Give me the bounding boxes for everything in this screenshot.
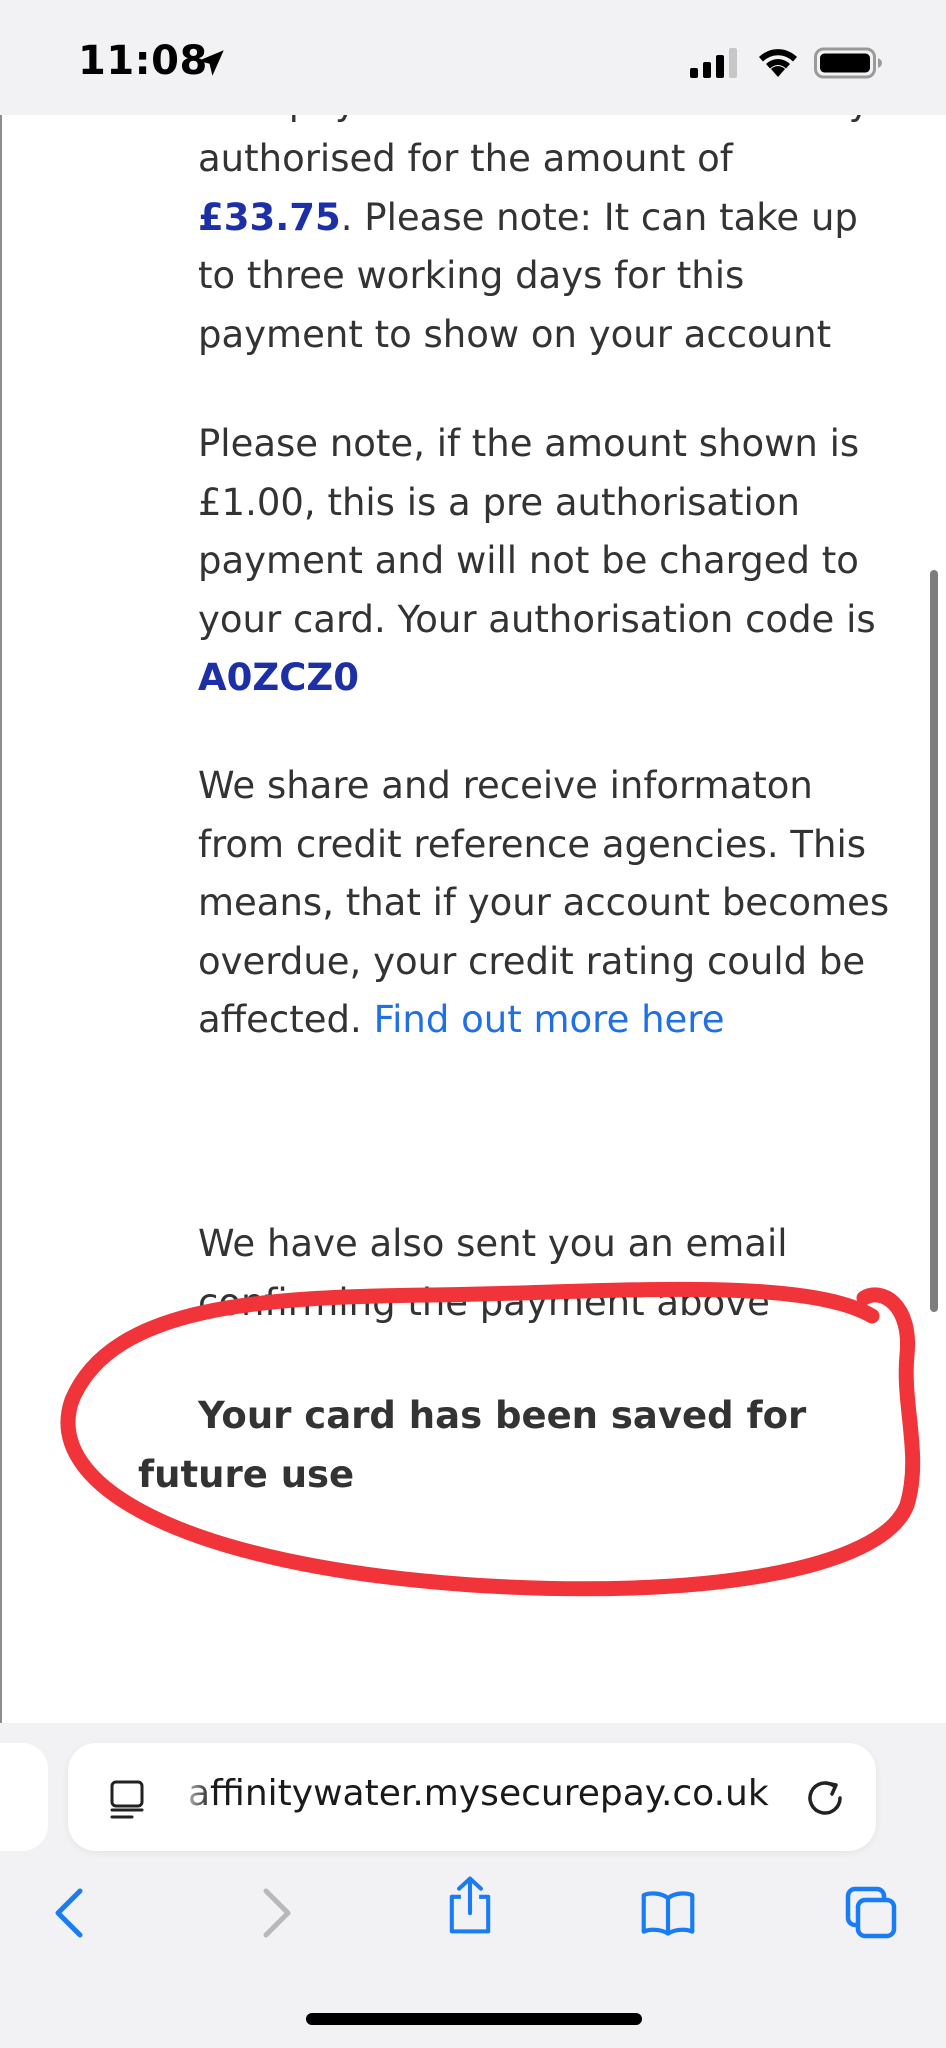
find-out-more-link[interactable]: Find out more here [374,998,725,1041]
forward-chevron-icon[interactable] [246,1883,302,1943]
location-arrow-icon [198,50,224,76]
cellular-signal-icon [690,48,737,78]
status-time: 11:08 [78,38,208,84]
web-content[interactable]: Your payment has been successfully autho… [0,115,946,1723]
url-fade [176,1763,212,1833]
back-chevron-icon[interactable] [44,1883,100,1943]
card-saved-notice: Your card has been saved for future use [138,1394,807,1496]
previous-tab-peek[interactable] [0,1743,48,1851]
credit-reference-paragraph: We share and receive informaton from cre… [198,757,898,1050]
page-menu-icon[interactable] [108,1777,152,1821]
status-bar: 11:08 [0,0,946,115]
payment-authorised-paragraph: authorised for the amount of £33.75. Ple… [198,130,898,364]
tabs-icon[interactable] [844,1883,900,1943]
share-icon[interactable] [442,1875,498,1935]
url-text[interactable]: affinitywater.mysecurepay.co.uk [188,1773,769,1814]
battery-icon [814,47,882,79]
bookmarks-icon[interactable] [640,1883,696,1943]
reload-icon[interactable] [804,1777,846,1819]
address-bar[interactable]: affinitywater.mysecurepay.co.uk [68,1743,876,1851]
email-confirmation-paragraph: We have also sent you an email confirmin… [198,1222,788,1324]
home-indicator[interactable] [306,2013,642,2025]
safari-bottom-bar: affinitywater.mysecurepay.co.uk [0,1723,946,2048]
text: Please note, if the amount shown is £1.0… [198,422,876,641]
pre-authorisation-paragraph: Please note, if the amount shown is £1.0… [198,415,898,708]
authorisation-code: A0ZCZ0 [198,656,359,699]
payment-amount: £33.75 [198,195,341,239]
scroll-indicator[interactable] [930,570,938,1312]
wifi-icon [759,49,797,77]
text: authorised for the amount of [198,137,733,180]
